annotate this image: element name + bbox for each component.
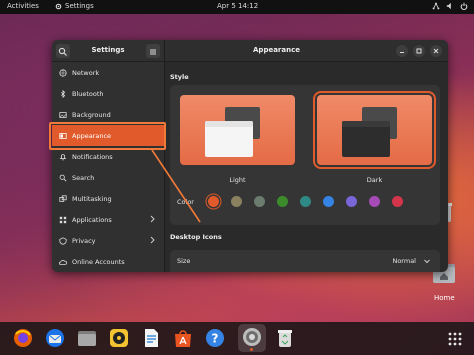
main-header: Appearance: [165, 40, 448, 62]
clock[interactable]: Apr 5 14:12: [217, 2, 258, 10]
sidebar-item-privacy[interactable]: Privacy: [52, 230, 164, 251]
sidebar-item-label: Privacy: [72, 236, 96, 245]
style-panel: Light Dark Color: [170, 85, 440, 225]
icon-size-row[interactable]: Size Normal: [170, 250, 440, 272]
close-button[interactable]: [430, 45, 442, 57]
accent-color-swatch[interactable]: [392, 196, 403, 207]
network-icon: [432, 2, 440, 10]
svg-text:?: ?: [212, 332, 219, 346]
sidebar-item-label: Multitasking: [72, 194, 112, 203]
writer-icon[interactable]: [140, 327, 162, 349]
page-title: Appearance: [253, 46, 300, 54]
accent-color-swatch[interactable]: [277, 196, 288, 207]
trash-icon[interactable]: [274, 327, 296, 349]
size-value[interactable]: Normal: [392, 257, 416, 265]
volume-icon: [446, 2, 451, 10]
light-theme-option[interactable]: [180, 95, 295, 165]
sidebar-item-bluetooth[interactable]: Bluetooth: [52, 83, 164, 104]
hamburger-icon: [150, 49, 156, 55]
accent-color-swatch[interactable]: [254, 196, 265, 207]
desktop-icons-section-title: Desktop Icons: [170, 233, 222, 241]
sidebar-item-online-accounts[interactable]: Online Accounts: [52, 251, 164, 272]
dock: ?: [0, 322, 474, 355]
sidebar-item-network[interactable]: Network: [52, 62, 164, 83]
activities-button[interactable]: Activities: [7, 2, 39, 10]
minimize-icon: [400, 52, 404, 53]
cloud-icon: [59, 259, 67, 265]
window-controls: [396, 45, 442, 57]
dark-theme-preview: [342, 107, 397, 157]
settings-window: Settings Network Bluetooth Background Ap…: [52, 40, 448, 272]
gear-icon: [55, 3, 62, 9]
accent-color-swatch[interactable]: [346, 196, 357, 207]
annotation-highlight-box: [49, 122, 166, 150]
size-label: Size: [177, 257, 191, 265]
app-menu-label: Settings: [65, 2, 94, 10]
accent-color-swatch[interactable]: [231, 196, 242, 207]
search-icon: [59, 174, 67, 181]
sidebar-item-label: Applications: [72, 215, 112, 224]
sidebar-item-label: Bluetooth: [72, 89, 104, 98]
system-tray[interactable]: [432, 2, 468, 10]
sidebar-header: Settings: [52, 40, 164, 62]
rhythmbox-icon[interactable]: [108, 327, 130, 349]
accent-color-swatch[interactable]: [369, 196, 380, 207]
dark-theme-option[interactable]: [313, 91, 436, 169]
sidebar-item-label: Search: [72, 173, 95, 182]
accent-color-swatch[interactable]: [323, 196, 334, 207]
help-icon[interactable]: ?: [204, 327, 226, 349]
applications-icon: [59, 216, 67, 223]
sidebar-item-search[interactable]: Search: [52, 167, 164, 188]
power-icon: [460, 2, 468, 10]
close-icon: [433, 48, 439, 54]
multitasking-icon: [59, 194, 67, 202]
network-icon: [59, 68, 67, 77]
files-icon[interactable]: [76, 327, 98, 349]
light-theme-label: Light: [229, 176, 246, 184]
dark-theme-label: Dark: [366, 176, 383, 184]
settings-dock-item[interactable]: [238, 324, 266, 352]
sidebar-item-label: Background: [72, 110, 111, 119]
sidebar-item-multitasking[interactable]: Multitasking: [52, 188, 164, 209]
sidebar-item-label: Online Accounts: [72, 257, 125, 266]
menu-button[interactable]: [146, 44, 160, 58]
firefox-icon[interactable]: [12, 327, 34, 349]
sidebar-list: Network Bluetooth Background Appearance …: [52, 62, 164, 272]
running-indicator: [250, 348, 253, 351]
app-menu[interactable]: Settings: [55, 2, 94, 10]
sidebar-item-label: Network: [72, 68, 100, 77]
chevron-down-icon: [424, 259, 430, 264]
sidebar-item-label: Notifications: [72, 152, 113, 161]
chevron-right-icon: [150, 236, 155, 244]
top-bar: Activities Settings Apr 5 14:12: [0, 0, 474, 14]
accent-color-swatch[interactable]: [300, 196, 311, 207]
sidebar-item-applications[interactable]: Applications: [52, 209, 164, 230]
app-center-icon[interactable]: [172, 327, 194, 349]
home-folder-label: Home: [434, 294, 455, 302]
minimize-button[interactable]: [396, 45, 408, 57]
style-section-title: Style: [170, 73, 189, 81]
sidebar: Settings Network Bluetooth Background Ap…: [52, 40, 165, 272]
bell-icon: [59, 153, 67, 160]
light-theme-preview: [205, 107, 260, 157]
privacy-icon: [59, 236, 67, 245]
background-icon: [59, 111, 67, 118]
color-label: Color: [177, 198, 194, 206]
bluetooth-icon: [61, 89, 66, 98]
maximize-icon: [416, 48, 422, 54]
maximize-button[interactable]: [413, 45, 425, 57]
accent-color-swatch[interactable]: [208, 196, 219, 207]
thunderbird-icon[interactable]: [44, 327, 66, 349]
chevron-right-icon: [150, 215, 155, 223]
show-apps-icon[interactable]: [448, 332, 462, 346]
main-panel: Appearance Style Light Dark Color Deskto…: [165, 40, 448, 272]
